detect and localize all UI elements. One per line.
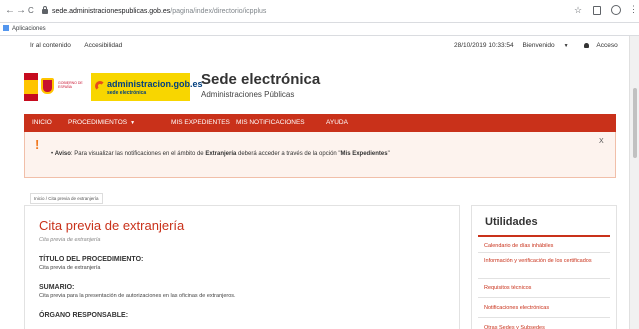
spain-flag-icon <box>24 73 38 101</box>
bookmarks-bar: Aplicaciones <box>0 23 639 36</box>
sidebar-heading: Utilidades <box>485 216 538 228</box>
alert-bold-1: Extranjería <box>205 151 237 157</box>
alert-bold-2: Mis Expedientes <box>340 151 388 157</box>
user-icon <box>584 43 590 48</box>
browser-toolbar: ← → C sede.administracionespublicas.gob.… <box>0 0 639 23</box>
bullet: • <box>51 151 54 157</box>
page-title: Cita previa de extranjería <box>39 218 185 233</box>
star-icon[interactable]: ☆ <box>574 5 582 16</box>
caret-down-icon: ▼ <box>130 120 136 126</box>
apps-icon[interactable] <box>3 25 9 31</box>
scrollbar-thumb[interactable] <box>633 88 637 158</box>
bookmark-apps[interactable]: Aplicaciones <box>12 26 46 32</box>
section-heading: ÓRGANO RESPONSABLE: <box>39 312 129 319</box>
datetime: 28/10/2019 10:33:54 <box>454 42 514 49</box>
welcome-label: Bienvenido <box>522 42 555 49</box>
nav-procedimientos-label: PROCEDIMIENTOS <box>68 119 128 126</box>
section-heading: TÍTULO DEL PROCEDIMIENTO: <box>39 256 144 263</box>
coat-of-arms-icon <box>41 78 54 94</box>
notice-alert: ! • Aviso: Para visualizar las notificac… <box>24 132 616 178</box>
gobierno-logo[interactable]: GOBIERNO DE ESPAÑA <box>24 73 91 101</box>
page: Ir al contenido Accesibilidad 28/10/2019… <box>0 36 629 329</box>
alert-text: • Aviso: Para visualizar las notificacio… <box>51 151 390 157</box>
sidebar-item-calendario[interactable]: Calendario de días inhábiles <box>478 239 610 253</box>
forward-icon[interactable]: → <box>16 5 26 17</box>
close-icon[interactable]: X <box>599 138 604 145</box>
page-scrollbar[interactable] <box>629 36 639 329</box>
warning-icon: ! <box>35 137 40 152</box>
administracion-logo[interactable]: administracion.gob.es sede electrónica <box>91 73 203 101</box>
alert-text-2: deberá acceder a través de la opción " <box>236 151 341 157</box>
nav-mis-expedientes[interactable]: MIS EXPEDIENTES <box>171 114 230 132</box>
sidebar-item-certificados[interactable]: Información y verificación de los certif… <box>478 253 610 279</box>
swoosh-icon <box>95 81 105 91</box>
lock-icon <box>42 6 48 14</box>
section-text: Cita previa para la presentación de auto… <box>39 293 236 299</box>
nav-procedimientos[interactable]: PROCEDIMIENTOS ▼ <box>68 114 135 132</box>
skip-link[interactable]: Ir al contenido <box>30 42 71 49</box>
sidebar-item-otras-sedes[interactable]: Otras Sedes y Subsedes <box>478 318 610 329</box>
url-host: sede.administracionespublicas.gob.es <box>52 8 171 15</box>
section-heading: SUMARIO: <box>39 284 75 291</box>
extension-icon[interactable] <box>593 6 601 15</box>
alert-text-1: : Para visualizar las notificaciones en … <box>70 151 206 157</box>
site-subtitle: Administraciones Públicas <box>201 90 295 99</box>
sidebar-divider <box>478 235 610 237</box>
page-subtitle: Cita previa de extranjería <box>39 237 101 243</box>
caret-down-icon: ▼ <box>563 43 569 49</box>
reload-icon[interactable]: C <box>28 5 34 17</box>
accessibility-link[interactable]: Accesibilidad <box>84 42 122 49</box>
utilities-sidebar: Utilidades Calendario de días inhábiles … <box>471 205 617 329</box>
gobierno-text: GOBIERNO DE ESPAÑA <box>58 81 83 89</box>
profile-icon[interactable] <box>611 5 621 15</box>
top-right-bar: 28/10/2019 10:33:54 Bienvenido ▼ Acceso <box>454 42 632 49</box>
nav-mis-notificaciones[interactable]: MIS NOTIFICACIONES <box>236 114 305 132</box>
breadcrumb[interactable]: Inicio / Cita previa de extranjería <box>30 193 103 204</box>
section-text: Cita previa de extranjería <box>39 265 101 271</box>
main-nav: INICIO PROCEDIMIENTOS ▼ MIS EXPEDIENTES M… <box>24 114 616 132</box>
site-title: Sede electrónica <box>201 71 321 88</box>
alert-label: Aviso <box>54 151 71 157</box>
alert-text-3: " <box>387 151 390 157</box>
sidebar-item-notificaciones[interactable]: Notificaciones electrónicas <box>478 298 610 318</box>
adm-subtitle: sede electrónica <box>107 90 147 96</box>
back-icon[interactable]: ← <box>5 5 15 17</box>
adm-title: administracion.gob.es <box>107 79 203 89</box>
top-links: Ir al contenido Accesibilidad <box>30 42 134 49</box>
main-content: Cita previa de extranjería Cita previa d… <box>24 205 460 329</box>
nav-ayuda[interactable]: AYUDA <box>326 114 348 132</box>
access-link[interactable]: Acceso <box>584 42 624 49</box>
sidebar-item-requisitos[interactable]: Requisitos técnicos <box>478 279 610 298</box>
nav-inicio[interactable]: INICIO <box>32 114 52 132</box>
menu-icon[interactable]: ⋮ <box>629 4 638 15</box>
access-label: Acceso <box>596 42 618 49</box>
address-bar[interactable]: sede.administracionespublicas.gob.es/pag… <box>42 4 562 19</box>
url-path: /pagina/index/directorio/icpplus <box>170 8 267 15</box>
welcome-menu[interactable]: Bienvenido ▼ <box>522 42 575 49</box>
